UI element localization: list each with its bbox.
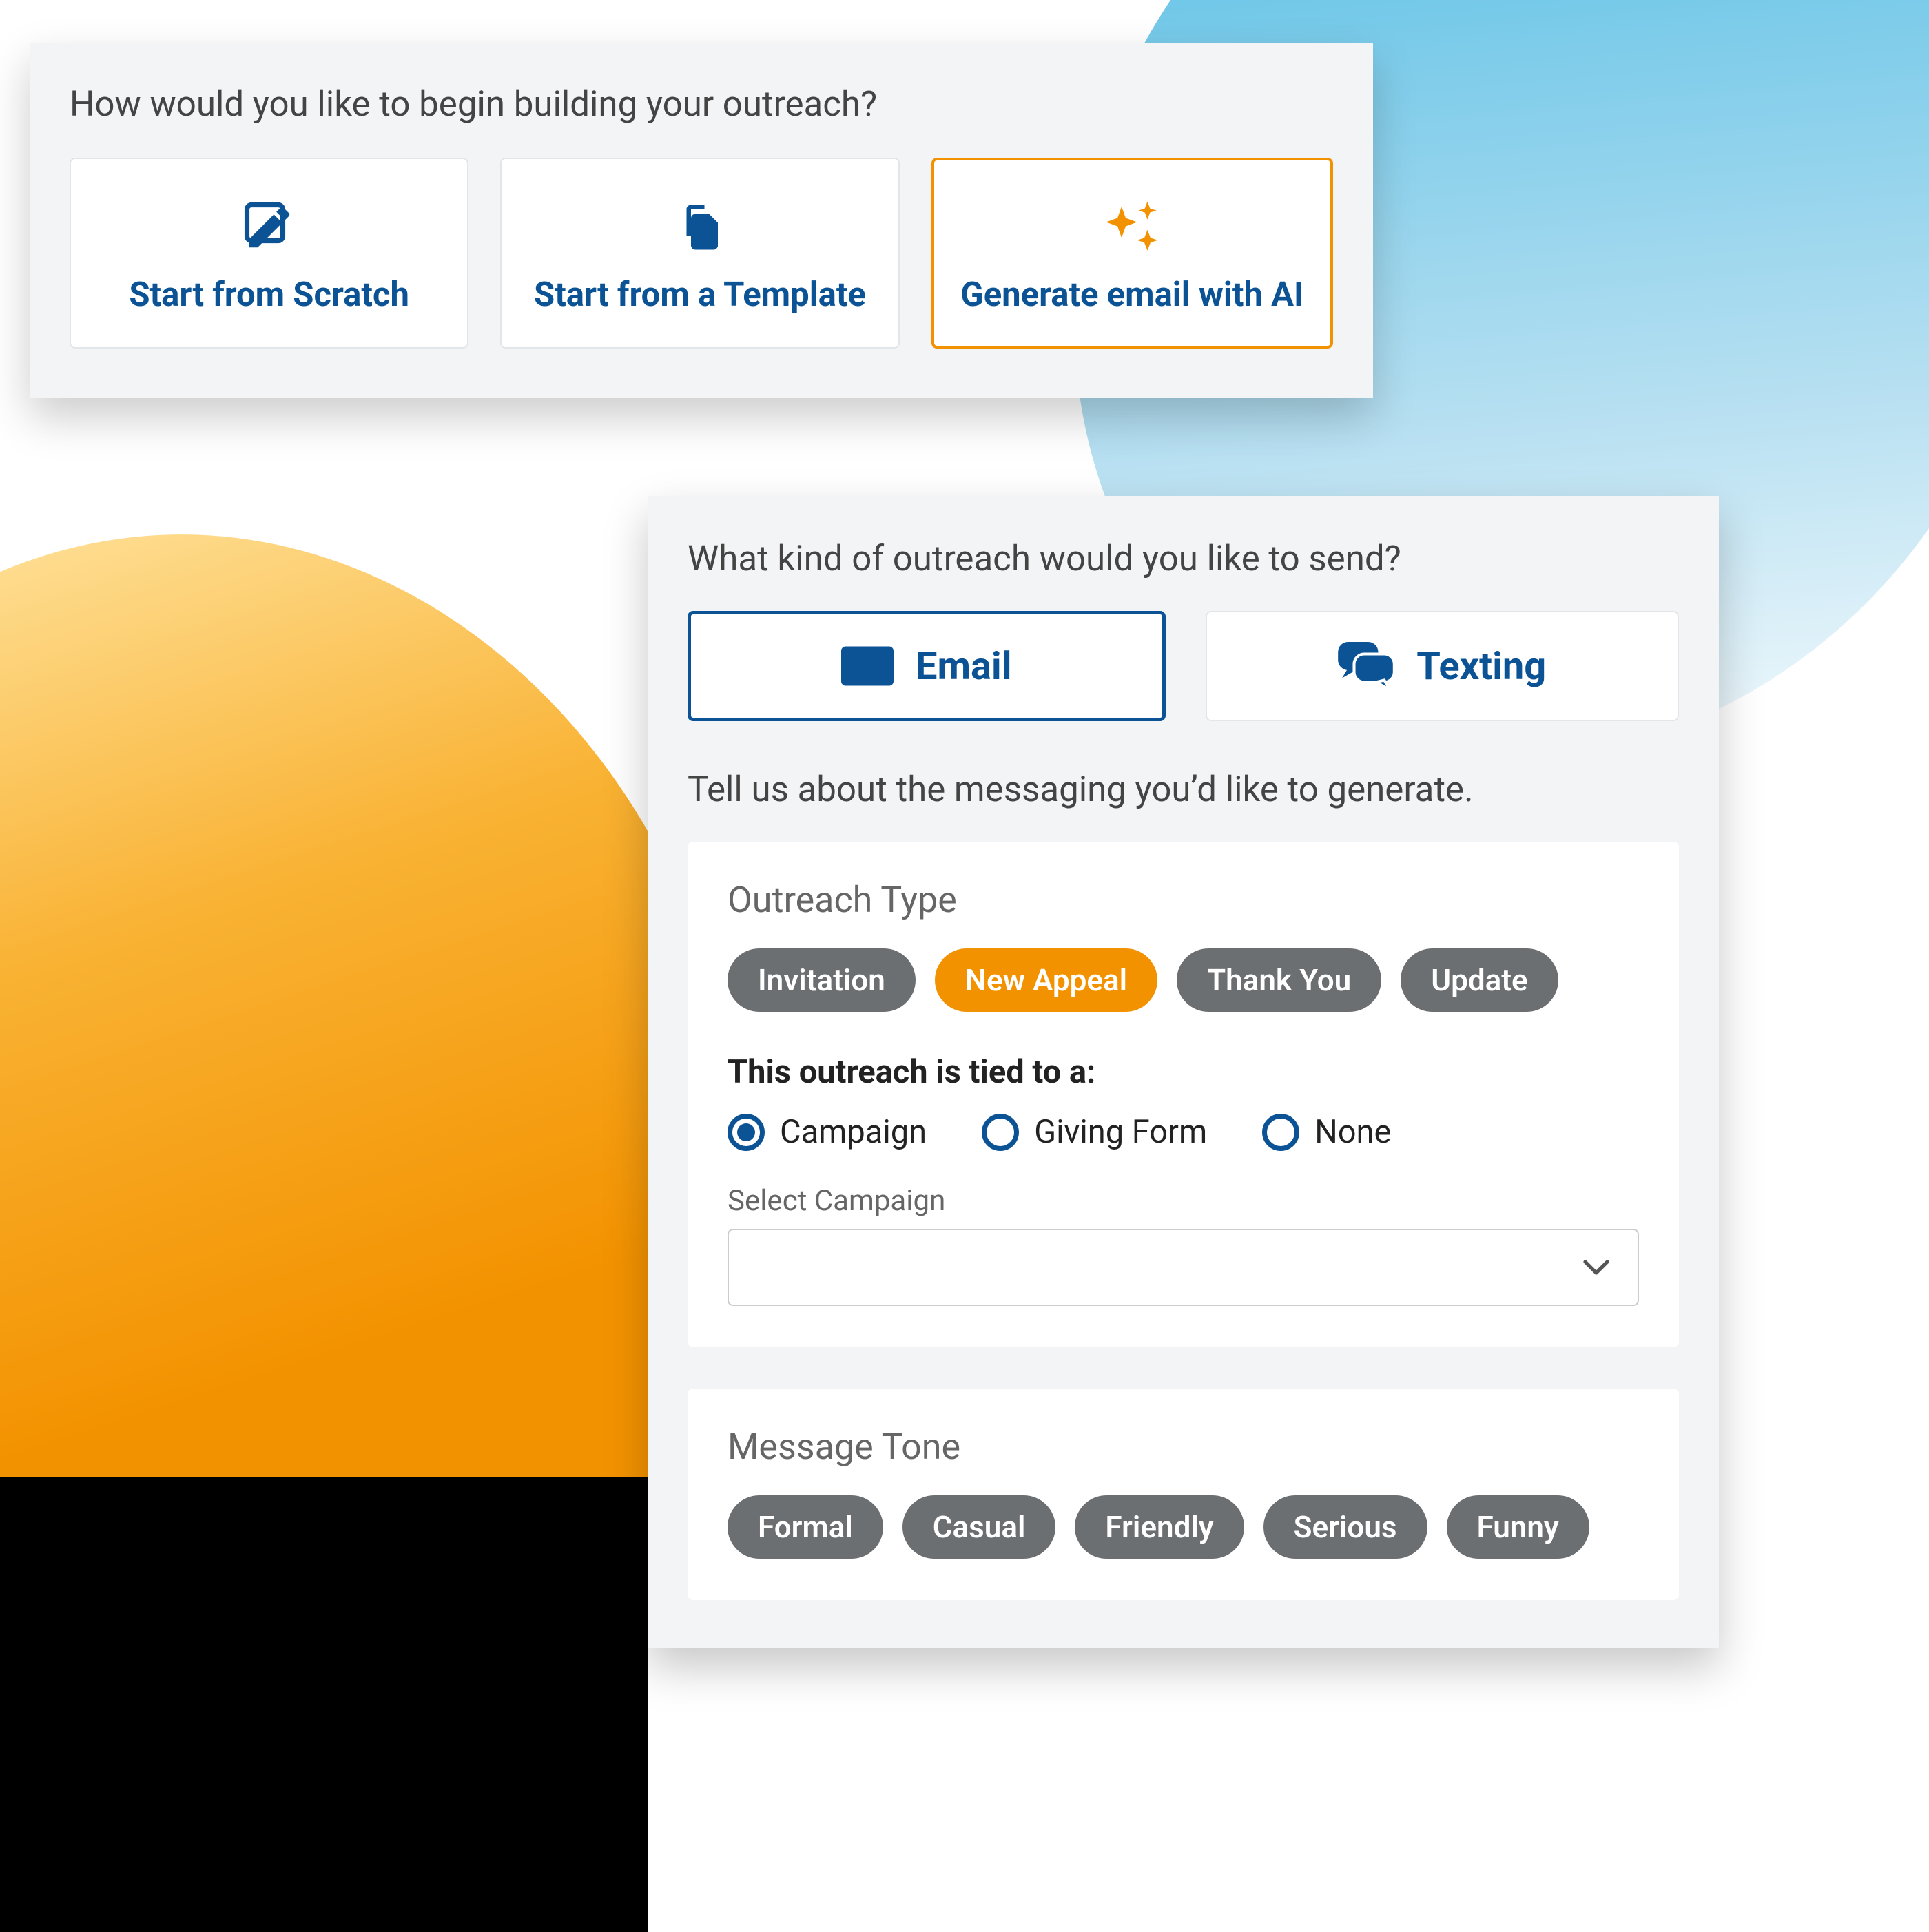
channel-email-card[interactable]: Email — [688, 611, 1166, 721]
envelope-icon — [841, 646, 894, 686]
pill-new-appeal[interactable]: New Appeal — [935, 948, 1157, 1012]
radio-icon — [1262, 1114, 1299, 1151]
messaging-subprompt: Tell us about the messaging you’d like t… — [688, 769, 1679, 810]
start-panel: How would you like to begin building you… — [30, 43, 1373, 398]
copy-icon — [673, 196, 727, 258]
outreach-config-panel: What kind of outreach would you like to … — [648, 496, 1719, 1648]
radio-icon — [728, 1114, 765, 1151]
select-campaign-label: Select Campaign — [728, 1184, 1639, 1218]
pill-invitation[interactable]: Invitation — [728, 948, 916, 1012]
select-campaign-dropdown[interactable] — [728, 1229, 1639, 1306]
message-tone-box: Message Tone Formal Casual Friendly Seri… — [688, 1389, 1679, 1600]
pill-funny[interactable]: Funny — [1447, 1495, 1589, 1559]
chat-icon — [1338, 642, 1394, 690]
channel-texting-label: Texting — [1416, 643, 1546, 689]
pill-serious[interactable]: Serious — [1263, 1495, 1427, 1559]
sparkles-icon — [1101, 196, 1163, 258]
radio-giving-form-label: Giving Form — [1034, 1113, 1207, 1151]
radio-campaign[interactable]: Campaign — [728, 1113, 927, 1151]
generate-with-ai-label: Generate email with AI — [960, 273, 1303, 315]
pill-friendly[interactable]: Friendly — [1075, 1495, 1244, 1559]
start-from-template-label: Start from a Template — [534, 273, 866, 315]
radio-campaign-label: Campaign — [780, 1113, 927, 1151]
outreach-type-title: Outreach Type — [728, 879, 1639, 921]
radio-none[interactable]: None — [1262, 1113, 1391, 1151]
chevron-down-icon — [1582, 1258, 1610, 1276]
pill-casual[interactable]: Casual — [902, 1495, 1056, 1559]
start-from-scratch-card[interactable]: Start from Scratch — [70, 158, 468, 349]
channel-prompt: What kind of outreach would you like to … — [688, 539, 1679, 579]
channel-email-label: Email — [916, 643, 1012, 689]
tied-to-radio-row: Campaign Giving Form None — [728, 1113, 1639, 1151]
radio-giving-form[interactable]: Giving Form — [982, 1113, 1207, 1151]
decorative-black-block — [0, 1477, 648, 1932]
outreach-type-box: Outreach Type Invitation New Appeal Than… — [688, 842, 1679, 1347]
message-tone-title: Message Tone — [728, 1426, 1639, 1468]
outreach-type-pills: Invitation New Appeal Thank You Update — [728, 948, 1639, 1012]
radio-none-label: None — [1314, 1113, 1391, 1151]
tied-to-label: This outreach is tied to a: — [728, 1053, 1639, 1091]
generate-with-ai-card[interactable]: Generate email with AI — [931, 158, 1333, 349]
channel-options-row: Email Texting — [688, 611, 1679, 721]
start-options-row: Start from Scratch Start from a Template — [70, 158, 1333, 349]
start-prompt: How would you like to begin building you… — [70, 84, 1333, 125]
pill-thank-you[interactable]: Thank You — [1177, 948, 1381, 1012]
radio-icon — [982, 1114, 1019, 1151]
pill-formal[interactable]: Formal — [728, 1495, 883, 1559]
pill-update[interactable]: Update — [1401, 948, 1558, 1012]
channel-texting-card[interactable]: Texting — [1206, 611, 1680, 721]
edit-icon — [243, 196, 296, 258]
start-from-template-card[interactable]: Start from a Template — [500, 158, 899, 349]
message-tone-pills: Formal Casual Friendly Serious Funny — [728, 1495, 1639, 1559]
start-from-scratch-label: Start from Scratch — [129, 273, 409, 315]
